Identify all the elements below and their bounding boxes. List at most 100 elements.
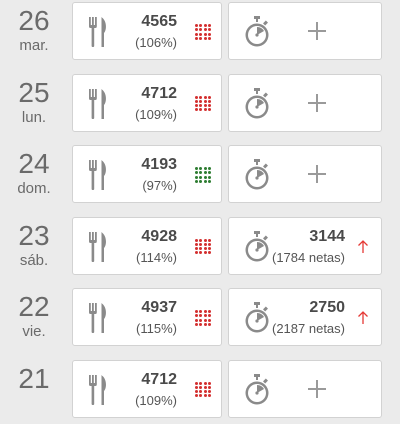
grid-dot	[199, 28, 202, 31]
grid-dot	[204, 247, 207, 250]
activity-card[interactable]	[228, 2, 382, 60]
activity-card[interactable]	[228, 74, 382, 132]
grid-dot	[199, 314, 202, 317]
grid-dot	[199, 176, 202, 179]
grid-dot	[195, 382, 198, 385]
grid-dot	[199, 24, 202, 27]
add-activity-button[interactable]	[304, 376, 330, 402]
grid-dot	[204, 314, 207, 317]
day-row: 25 lun. 4712 (109%)	[0, 67, 400, 139]
grid-dot	[199, 319, 202, 322]
meal-grid-icon	[195, 96, 211, 112]
stopwatch-icon	[243, 159, 271, 191]
food-card[interactable]: 4565 (106%)	[72, 2, 222, 60]
grid-dot	[208, 247, 211, 250]
day-row: 26 mar. 4565 (106%)	[0, 0, 400, 67]
grid-dot	[204, 394, 207, 397]
grid-dot	[195, 390, 198, 393]
arrow-up-icon	[357, 311, 369, 325]
add-activity-button[interactable]	[304, 18, 330, 44]
grid-dot	[195, 394, 198, 397]
grid-dot	[199, 37, 202, 40]
grid-dot	[199, 180, 202, 183]
add-activity-button[interactable]	[304, 161, 330, 187]
grid-dot	[208, 394, 211, 397]
add-activity-button[interactable]	[304, 90, 330, 116]
stopwatch-icon	[243, 374, 271, 406]
fork-knife-icon	[89, 17, 109, 47]
grid-dot	[208, 180, 211, 183]
grid-dot	[204, 323, 207, 326]
grid-dot	[199, 382, 202, 385]
date-label: 21	[0, 353, 68, 396]
grid-dot	[204, 382, 207, 385]
grid-dot	[204, 239, 207, 242]
food-card[interactable]: 4712 (109%)	[72, 360, 222, 418]
kcal-value: 4565	[135, 12, 177, 32]
day-list: 26 mar. 4565 (106%)	[0, 0, 400, 424]
food-card[interactable]: 4937 (115%)	[72, 288, 222, 346]
kcal-value: 4712	[135, 370, 177, 390]
grid-dot	[195, 104, 198, 107]
activity-kcal: 3144	[272, 227, 345, 247]
grid-dot	[204, 243, 207, 246]
grid-dot	[199, 394, 202, 397]
grid-dot	[204, 104, 207, 107]
grid-dot	[204, 180, 207, 183]
kcal-percent: (109%)	[135, 392, 177, 410]
grid-dot	[195, 310, 198, 313]
date-label: 22 vie.	[0, 281, 68, 340]
grid-dot	[204, 28, 207, 31]
grid-dot	[208, 171, 211, 174]
grid-dot	[195, 180, 198, 183]
day-number: 22	[0, 292, 68, 322]
day-number: 23	[0, 221, 68, 251]
weekday: lun.	[0, 110, 68, 126]
grid-dot	[195, 247, 198, 250]
grid-dot	[195, 314, 198, 317]
kcal-value: 4712	[135, 84, 177, 104]
kcal-percent: (97%)	[141, 177, 177, 195]
grid-dot	[204, 24, 207, 27]
grid-dot	[208, 37, 211, 40]
grid-dot	[208, 104, 211, 107]
grid-dot	[195, 171, 198, 174]
activity-card[interactable]	[228, 360, 382, 418]
grid-dot	[199, 323, 202, 326]
stopwatch-icon	[243, 231, 271, 263]
grid-dot	[195, 37, 198, 40]
grid-dot	[204, 100, 207, 103]
activity-card[interactable]	[228, 145, 382, 203]
grid-dot	[204, 310, 207, 313]
meal-grid-icon	[195, 310, 211, 326]
food-card[interactable]: 4712 (109%)	[72, 74, 222, 132]
grid-dot	[208, 28, 211, 31]
grid-dot	[199, 247, 202, 250]
activity-card[interactable]: 2750 (2187 netas)	[228, 288, 382, 346]
day-row: 22 vie. 4937 (115%) 2750 (2187 netas)	[0, 281, 400, 353]
grid-dot	[208, 239, 211, 242]
activity-card[interactable]: 3144 (1784 netas)	[228, 217, 382, 275]
grid-dot	[195, 100, 198, 103]
food-card[interactable]: 4928 (114%)	[72, 217, 222, 275]
date-label: 23 sáb.	[0, 210, 68, 269]
grid-dot	[204, 96, 207, 99]
fork-knife-icon	[89, 303, 109, 333]
grid-dot	[204, 37, 207, 40]
meal-grid-icon	[195, 382, 211, 398]
grid-dot	[195, 33, 198, 36]
grid-dot	[208, 176, 211, 179]
stopwatch-icon	[243, 88, 271, 120]
meal-grid-icon	[195, 167, 211, 183]
arrow-up-icon	[357, 240, 369, 254]
grid-dot	[208, 33, 211, 36]
weekday: mar.	[0, 38, 68, 54]
grid-dot	[204, 319, 207, 322]
food-card[interactable]: 4193 (97%)	[72, 145, 222, 203]
day-row: 23 sáb. 4928 (114%) 3144 (1784 netas)	[0, 210, 400, 282]
grid-dot	[195, 386, 198, 389]
grid-dot	[208, 323, 211, 326]
grid-dot	[195, 167, 198, 170]
weekday: dom.	[0, 181, 68, 197]
grid-dot	[195, 323, 198, 326]
